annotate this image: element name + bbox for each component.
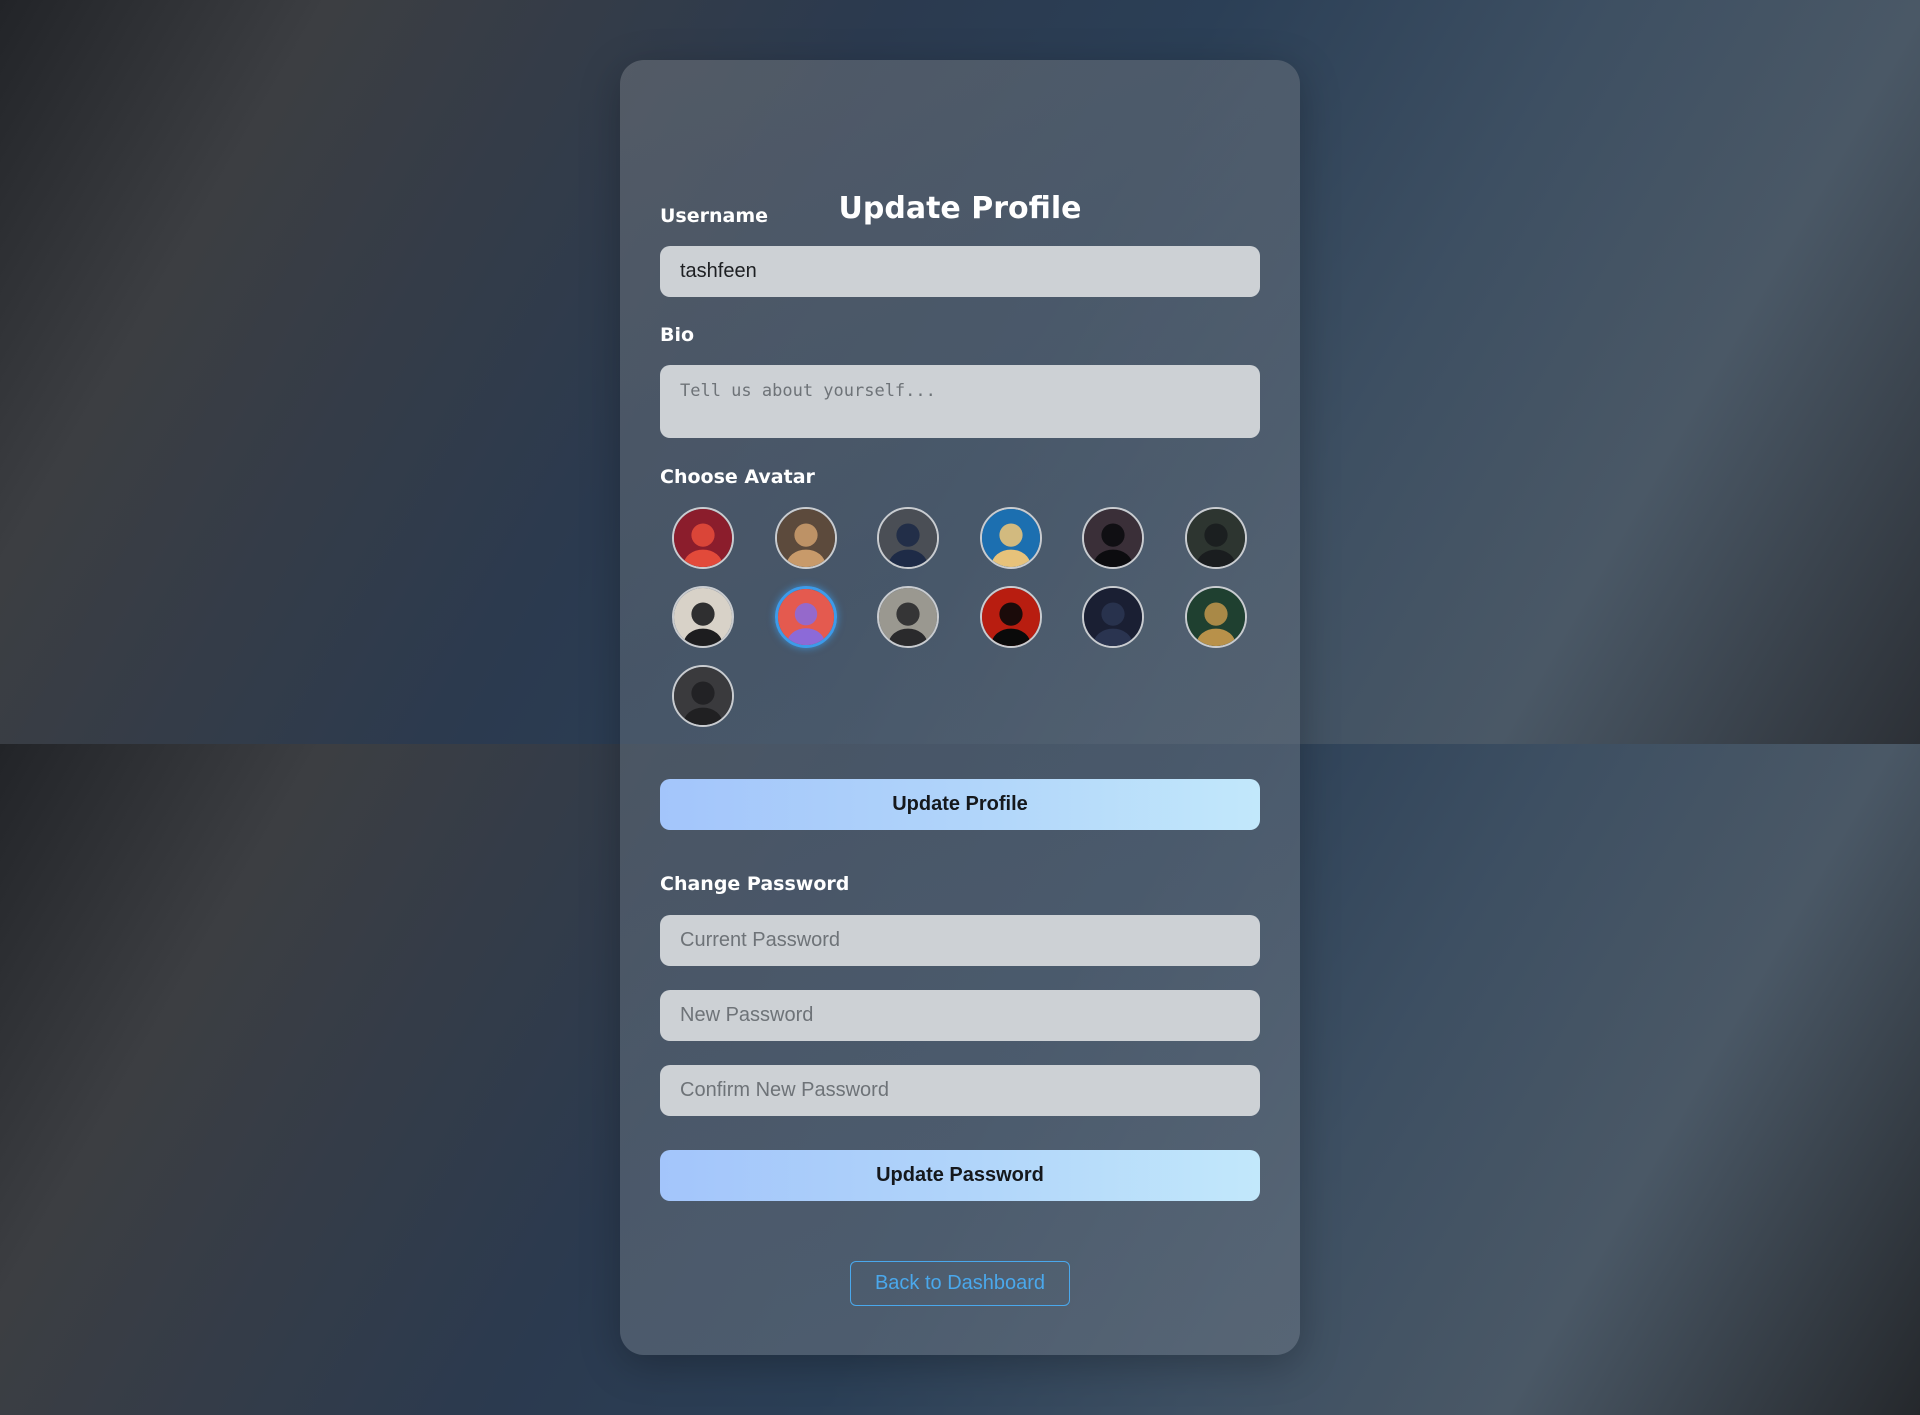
back-to-dashboard-button[interactable]: Back to Dashboard [850,1261,1070,1306]
avatar-12[interactable] [1185,586,1247,648]
avatar-5[interactable] [1082,507,1144,569]
avatar-9-image [879,588,937,646]
avatar-10-image [982,588,1040,646]
avatar-7[interactable] [672,586,734,648]
avatar-8-image [778,589,834,645]
avatar-13[interactable] [672,665,734,727]
avatar-6-image [1187,509,1245,567]
avatar-3[interactable] [877,507,939,569]
avatar-1[interactable] [672,507,734,569]
avatar-4-image [982,509,1040,567]
avatar-9[interactable] [877,586,939,648]
avatar-1-image [674,509,732,567]
new-password-input[interactable] [660,990,1260,1041]
confirm-password-input[interactable] [660,1065,1260,1116]
avatar-13-image [674,667,732,725]
avatar-6[interactable] [1185,507,1247,569]
choose-avatar-label: Choose Avatar [660,466,815,488]
profile-card: Update Profile Username Bio Choose Avata… [620,60,1300,1355]
avatar-3-image [879,509,937,567]
update-profile-button[interactable]: Update Profile [660,779,1260,830]
avatar-2-image [777,509,835,567]
avatar-4[interactable] [980,507,1042,569]
avatar-11-image [1084,588,1142,646]
username-input[interactable] [660,246,1260,297]
avatar-7-image [674,588,732,646]
avatar-2[interactable] [775,507,837,569]
avatar-8[interactable] [775,586,837,648]
current-password-input[interactable] [660,915,1260,966]
avatar-11[interactable] [1082,586,1144,648]
avatar-12-image [1187,588,1245,646]
bio-label: Bio [660,324,695,346]
avatar-10[interactable] [980,586,1042,648]
username-label: Username [660,205,769,227]
avatar-5-image [1084,509,1142,567]
bio-textarea[interactable] [660,365,1260,438]
change-password-label: Change Password [660,873,850,895]
update-password-button[interactable]: Update Password [660,1150,1260,1201]
